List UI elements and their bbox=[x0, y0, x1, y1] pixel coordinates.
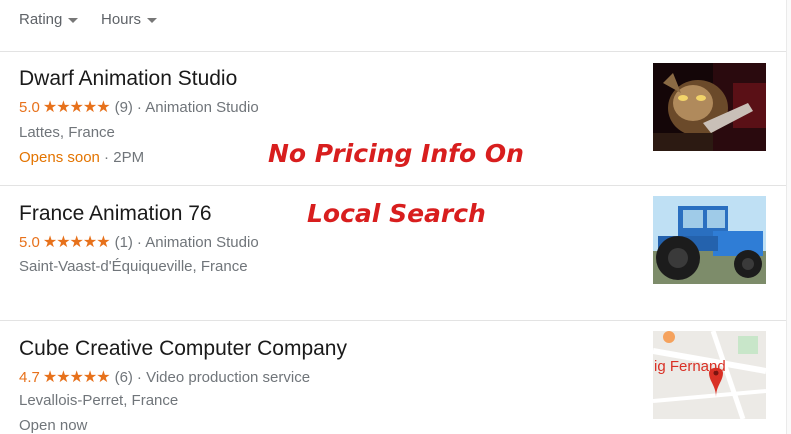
review-count: (9) bbox=[114, 98, 133, 116]
listing-hours: Open now bbox=[19, 417, 88, 434]
overlay-annotation-line2: Local Search bbox=[307, 199, 486, 228]
review-count: (1) bbox=[114, 233, 133, 251]
listing-title[interactable]: France Animation 76 bbox=[19, 202, 212, 226]
listing-thumbnail-image[interactable] bbox=[653, 196, 766, 284]
listing-hours: Opens soon · 2PM bbox=[19, 149, 144, 166]
star-rating-icon: ★★★★★ bbox=[42, 99, 111, 116]
listing-title[interactable]: Dwarf Animation Studio bbox=[19, 67, 237, 91]
overlay-annotation-line1: No Pricing Info On bbox=[268, 139, 524, 168]
page-edge bbox=[786, 0, 791, 434]
chevron-down-icon bbox=[147, 18, 158, 23]
chevron-down-icon bbox=[68, 18, 79, 23]
listing-map-thumbnail[interactable]: ig Fernand bbox=[653, 331, 766, 419]
rating-filter-label: Rating bbox=[19, 11, 63, 28]
listing-location: Lattes, France bbox=[19, 124, 115, 141]
listing-rating-row: 4.7 ★★★★★ (6) · Video production service bbox=[19, 367, 310, 387]
filter-bar: Rating Hours bbox=[0, 0, 791, 52]
map-label: ig Fernand bbox=[654, 358, 726, 375]
listing-rating-row: 5.0 ★★★★★ (1) · Animation Studio bbox=[19, 232, 259, 252]
listing-thumbnail-image[interactable] bbox=[653, 63, 766, 151]
listing-cube-creative[interactable]: Cube Creative Computer Company 4.7 ★★★★★… bbox=[0, 321, 791, 434]
hours-filter[interactable]: Hours bbox=[101, 11, 158, 28]
star-rating-icon: ★★★★★ bbox=[42, 234, 111, 251]
star-rating-icon: ★★★★★ bbox=[42, 369, 111, 386]
hours-filter-label: Hours bbox=[101, 11, 142, 28]
hours-detail: · 2PM bbox=[99, 149, 145, 166]
listing-category: · Animation Studio bbox=[136, 98, 259, 116]
listing-location: Levallois-Perret, France bbox=[19, 392, 179, 409]
review-count: (6) bbox=[114, 368, 133, 386]
listing-location: Saint-Vaast-d'Équiqueville, France bbox=[19, 258, 248, 275]
listing-rating-row: 5.0 ★★★★★ (9) · Animation Studio bbox=[19, 97, 259, 117]
rating-value: 4.7 bbox=[19, 368, 40, 386]
rating-value: 5.0 bbox=[19, 98, 40, 116]
rating-value: 5.0 bbox=[19, 233, 40, 251]
listing-category: · Video production service bbox=[136, 368, 311, 386]
listing-category: · Animation Studio bbox=[136, 233, 259, 251]
rating-filter[interactable]: Rating bbox=[19, 11, 79, 28]
listing-title[interactable]: Cube Creative Computer Company bbox=[19, 337, 347, 361]
hours-status: Opens soon bbox=[19, 149, 100, 166]
